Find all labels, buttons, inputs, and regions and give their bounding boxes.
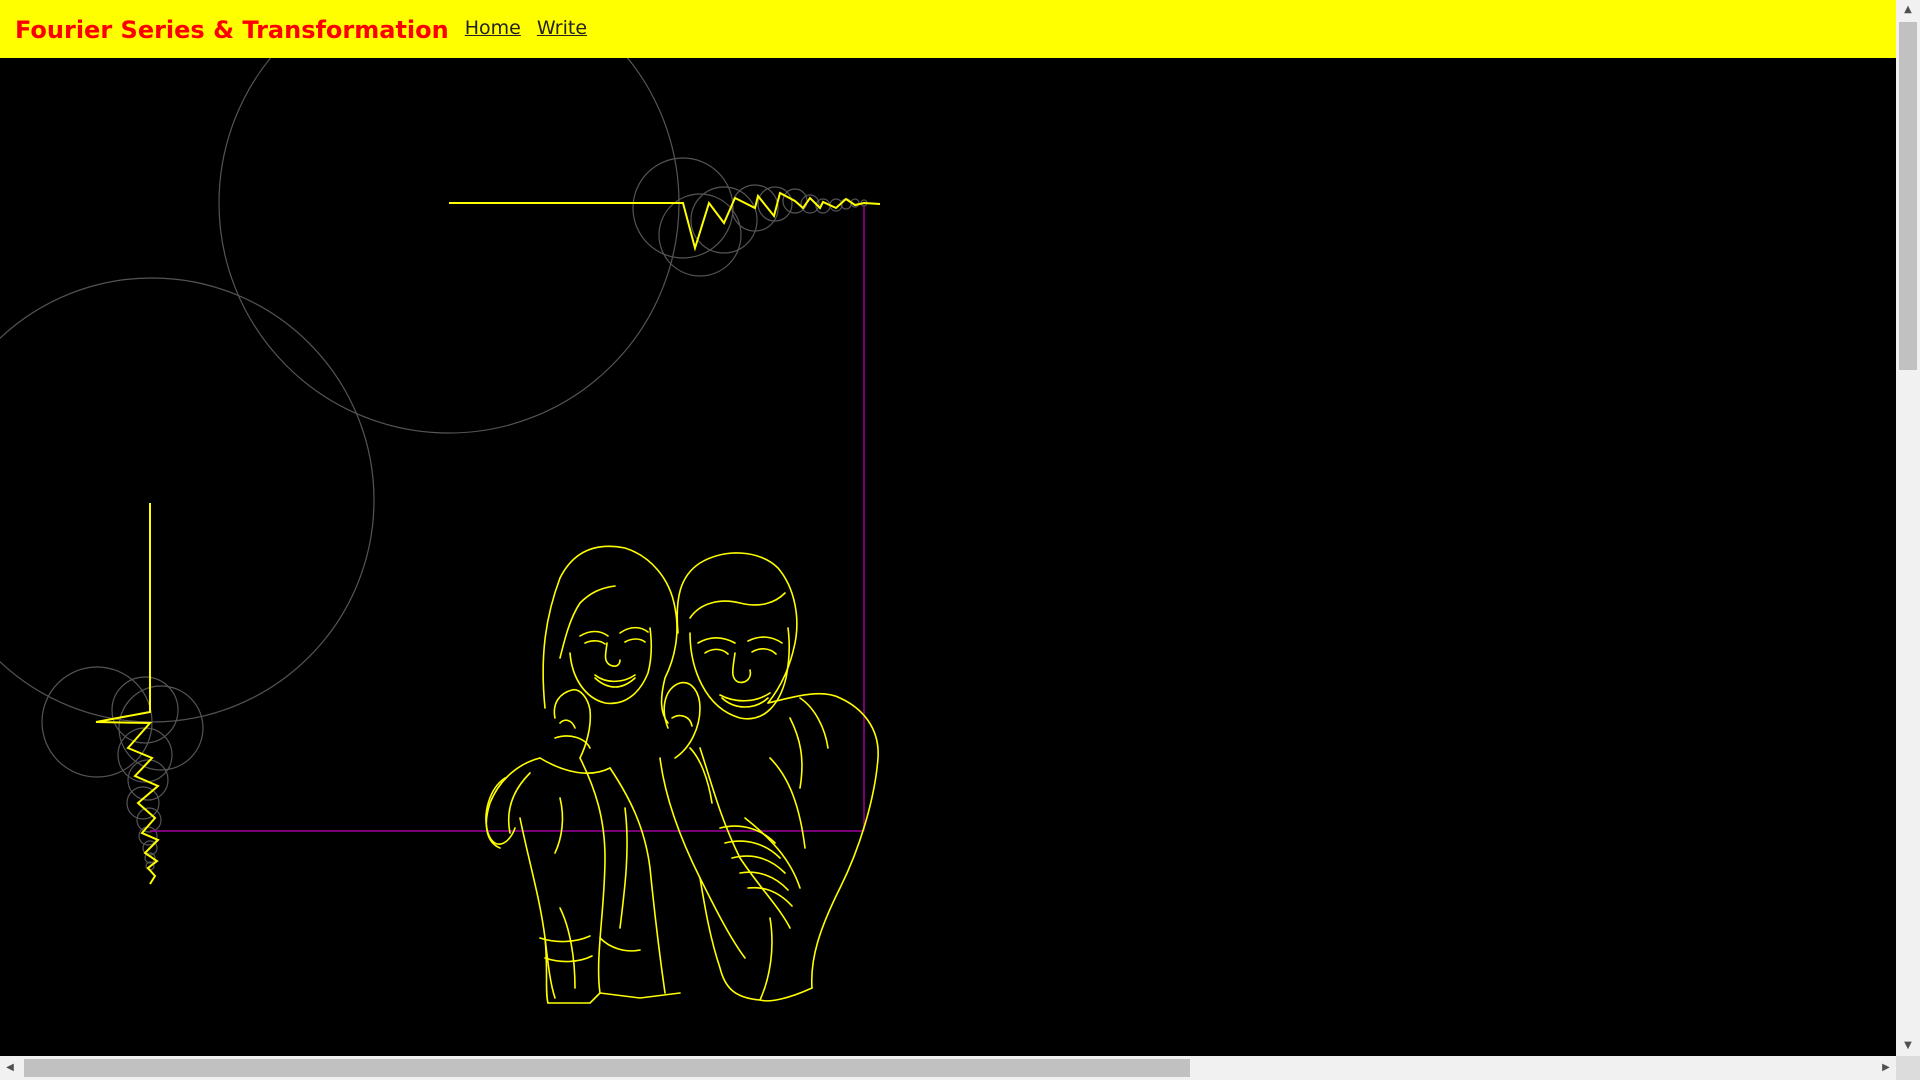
- scrollbar-corner: [1896, 1056, 1920, 1080]
- nav-link-write[interactable]: Write: [537, 17, 587, 39]
- nav-link-home[interactable]: Home: [465, 17, 521, 39]
- epicycles-horizontal: [218, 58, 868, 434]
- connector-lines: [150, 206, 865, 832]
- scroll-up-icon[interactable]: ▲: [1896, 0, 1920, 20]
- navbar: Fourier Series & Transformation Home Wri…: [0, 0, 1896, 58]
- fourier-drawing-svg: [0, 58, 881, 1004]
- vertical-scrollbar[interactable]: ▲ ▼: [1896, 0, 1920, 1056]
- epicycles-vertical: [0, 277, 375, 871]
- horizontal-scroll-thumb[interactable]: [24, 1059, 1190, 1077]
- scroll-down-icon[interactable]: ▼: [1896, 1036, 1920, 1056]
- scroll-right-icon[interactable]: ▶: [1876, 1056, 1896, 1080]
- horizontal-scrollbar[interactable]: ◀ ▶: [0, 1056, 1896, 1080]
- fourier-canvas[interactable]: [0, 58, 1896, 1056]
- app-window: Fourier Series & Transformation Home Wri…: [0, 0, 1920, 1080]
- epicycles-horizontal-radii: [449, 191, 881, 252]
- traced-portrait: [485, 545, 879, 1004]
- scroll-left-icon[interactable]: ◀: [0, 1056, 20, 1080]
- brand-title[interactable]: Fourier Series & Transformation: [15, 16, 449, 44]
- vertical-scroll-thumb[interactable]: [1899, 22, 1917, 370]
